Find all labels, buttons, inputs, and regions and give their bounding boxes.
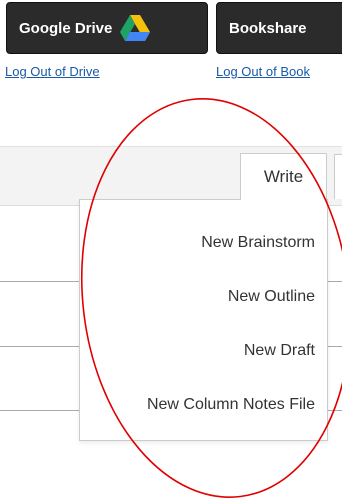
logout-drive-link[interactable]: Log Out of Drive [5,64,100,79]
menu-item-new-brainstorm[interactable]: New Brainstorm [201,234,315,252]
google-drive-button-label: Google Drive [19,19,113,37]
google-drive-button[interactable]: Google Drive [6,2,208,54]
tab-write[interactable]: Write [240,153,327,200]
write-dropdown-menu: New Brainstorm New Outline New Draft New… [79,199,328,441]
menu-item-new-outline[interactable]: New Outline [228,288,315,306]
bookshare-button[interactable]: Bookshare [216,2,342,54]
menu-item-new-column-notes-file[interactable]: New Column Notes File [147,396,315,414]
logout-bookshare-link[interactable]: Log Out of Book [216,64,310,79]
next-tab[interactable] [334,154,342,199]
google-drive-logo-icon [120,14,151,41]
bookshare-button-label: Bookshare [229,19,307,37]
menu-item-new-draft[interactable]: New Draft [244,342,315,360]
tab-write-label: Write [263,167,304,186]
